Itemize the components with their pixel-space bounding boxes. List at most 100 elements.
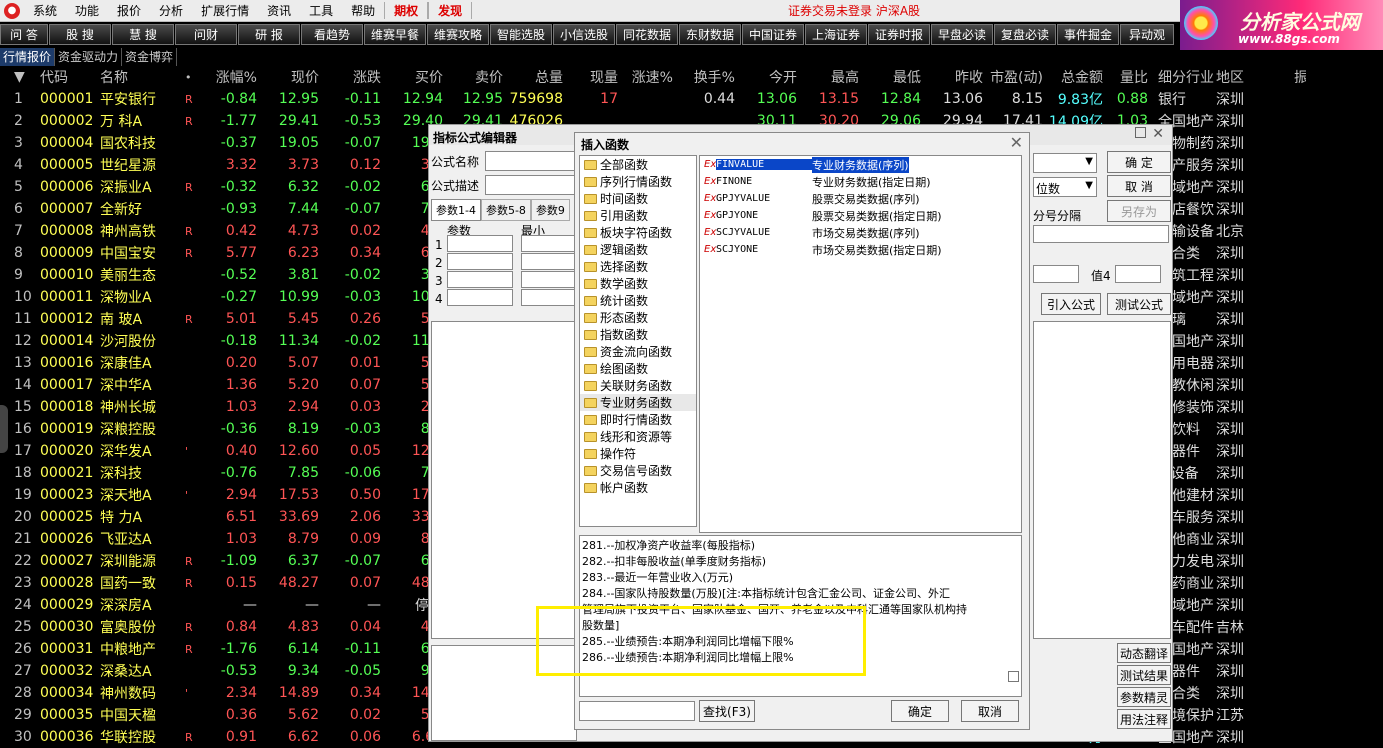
app-logo-icon[interactable]: ●	[4, 2, 20, 19]
import-formula-button[interactable]: 引入公式	[1041, 293, 1101, 315]
category-item[interactable]: 交易信号函数	[580, 462, 696, 479]
toolbar-button[interactable]: 维赛早餐	[364, 24, 426, 45]
category-item[interactable]: 帐户函数	[580, 479, 696, 496]
category-item[interactable]: 数学函数	[580, 275, 696, 292]
test-result-button[interactable]: 测试结果	[1117, 665, 1171, 685]
column-header[interactable]: 买价	[381, 67, 443, 87]
column-header[interactable]: 卖价	[443, 67, 503, 87]
menu-item-quote[interactable]: 报价	[108, 2, 150, 19]
menu-item-extended[interactable]: 扩展行情	[192, 2, 258, 19]
column-header[interactable]: 最高	[797, 67, 859, 87]
column-header[interactable]: 细分行业	[1148, 67, 1216, 87]
dynamic-translate-button[interactable]: 动态翻译	[1117, 643, 1171, 663]
function-item[interactable]: Ex GPJYONE 股票交易类数据(指定日期)	[700, 207, 1021, 224]
toolbar-button[interactable]: 股 搜	[49, 24, 111, 45]
column-header[interactable]: 总量	[503, 67, 563, 87]
formula-params-input[interactable]	[1033, 225, 1169, 243]
toolbar-button[interactable]: 事件掘金	[1057, 24, 1119, 45]
tab-fund-game[interactable]: 资金博弈	[122, 48, 178, 66]
param-min-input[interactable]	[521, 289, 576, 306]
function-item[interactable]: Ex SCJYONE 市场交易类数据(指定日期)	[700, 241, 1021, 258]
column-header[interactable]: 涨跌	[319, 67, 381, 87]
column-header[interactable]: 涨幅%	[197, 67, 257, 87]
category-item[interactable]: 序列行情函数	[580, 173, 696, 190]
table-row[interactable]: 1 000001 平安银行 R -0.84 12.95 -0.11 12.94 12.95 759…	[0, 88, 1383, 110]
category-item[interactable]: 绘图函数	[580, 360, 696, 377]
param-name-input[interactable]	[447, 289, 513, 306]
category-item[interactable]: 板块字符函数	[580, 224, 696, 241]
column-header[interactable]: 昨收	[921, 67, 983, 87]
sort-arrow-icon[interactable]: ▼	[0, 69, 40, 85]
category-item[interactable]: 统计函数	[580, 292, 696, 309]
param-name-input[interactable]	[447, 253, 513, 270]
tab-param-5-8[interactable]: 参数5-8	[480, 199, 531, 221]
toolbar-button[interactable]: 智能选股	[490, 24, 552, 45]
column-header[interactable]: 量比	[1103, 67, 1148, 87]
usage-note-button[interactable]: 用法注释	[1117, 709, 1171, 729]
param-min-input[interactable]	[521, 235, 576, 252]
category-item[interactable]: 指数函数	[580, 326, 696, 343]
param-min-input[interactable]	[521, 253, 576, 270]
formula-name-input[interactable]	[485, 151, 577, 171]
param-wizard-button[interactable]: 参数精灵	[1117, 687, 1171, 707]
value4-input[interactable]	[1115, 265, 1161, 283]
function-item[interactable]: Ex GPJYVALUE 股票交易类数据(序列)	[700, 190, 1021, 207]
column-header[interactable]: 最低	[859, 67, 921, 87]
category-item[interactable]: 全部函数	[580, 156, 696, 173]
maximize-icon[interactable]	[1135, 127, 1146, 138]
toolbar-button[interactable]: 上海证券	[805, 24, 867, 45]
category-item[interactable]: 引用函数	[580, 207, 696, 224]
tab-quotes[interactable]: 行情报价	[0, 48, 56, 66]
column-header[interactable]: 代码	[40, 67, 100, 87]
param-name-input[interactable]	[447, 235, 513, 252]
toolbar-button[interactable]: 维赛攻略	[427, 24, 489, 45]
decimal-select[interactable]: 位数 ▼	[1033, 177, 1097, 197]
value3-input[interactable]	[1033, 265, 1079, 283]
toolbar-button[interactable]: 证券时报	[868, 24, 930, 45]
toolbar-button[interactable]: 研 报	[238, 24, 300, 45]
cancel-button[interactable]: 取 消	[1107, 175, 1171, 197]
category-item[interactable]: 选择函数	[580, 258, 696, 275]
test-formula-button[interactable]: 测试公式	[1107, 293, 1171, 315]
menu-item-system[interactable]: 系统	[24, 2, 66, 19]
search-button[interactable]: 查找(F3)	[699, 700, 755, 722]
menu-item-function[interactable]: 功能	[66, 2, 108, 19]
category-item[interactable]: 线形和资源等	[580, 428, 696, 445]
param-name-input[interactable]	[447, 271, 513, 288]
toolbar-button[interactable]: 东财数据	[679, 24, 741, 45]
category-item[interactable]: 时间函数	[580, 190, 696, 207]
column-header[interactable]: 今开	[735, 67, 797, 87]
toolbar-button[interactable]: 中国证券	[742, 24, 804, 45]
menu-item-tools[interactable]: 工具	[300, 2, 342, 19]
scroll-box-icon[interactable]	[1008, 671, 1019, 682]
menu-item-analysis[interactable]: 分析	[150, 2, 192, 19]
close-icon[interactable]: ✕	[1010, 133, 1023, 152]
toolbar-button[interactable]: 小信选股	[553, 24, 615, 45]
ok-button[interactable]: 确定	[891, 700, 949, 722]
category-item[interactable]: 专业财务函数	[580, 394, 696, 411]
toolbar-button[interactable]: 异动观	[1120, 24, 1174, 45]
menu-item-discover[interactable]: 发现	[428, 2, 473, 19]
menu-item-news[interactable]: 资讯	[258, 2, 300, 19]
param-min-input[interactable]	[521, 271, 576, 288]
toolbar-button[interactable]: 复盘必读	[994, 24, 1056, 45]
toolbar-button[interactable]: 同花数据	[616, 24, 678, 45]
toolbar-button[interactable]: 问财	[175, 24, 237, 45]
category-item[interactable]: 形态函数	[580, 309, 696, 326]
tab-param-1-4[interactable]: 参数1-4	[431, 199, 481, 221]
tab-param-9[interactable]: 参数9	[530, 199, 570, 221]
toolbar-button[interactable]: 慧 搜	[112, 24, 174, 45]
column-header[interactable]: •	[185, 71, 197, 84]
column-header[interactable]: 现价	[257, 67, 319, 87]
toolbar-button[interactable]: 看趋势	[301, 24, 363, 45]
save-as-button[interactable]: 另存为	[1107, 200, 1171, 222]
formula-code-area-right[interactable]	[1033, 321, 1171, 639]
category-item[interactable]: 关联财务函数	[580, 377, 696, 394]
column-header[interactable]: 现量	[563, 67, 618, 87]
category-item[interactable]: 逻辑函数	[580, 241, 696, 258]
column-header[interactable]: 名称	[100, 67, 185, 87]
column-header[interactable]: 振	[1276, 67, 1306, 87]
category-item[interactable]: 操作符	[580, 445, 696, 462]
function-item[interactable]: Ex FINVALUE 专业财务数据(序列)	[700, 156, 1021, 173]
confirm-button[interactable]: 确 定	[1107, 151, 1171, 173]
